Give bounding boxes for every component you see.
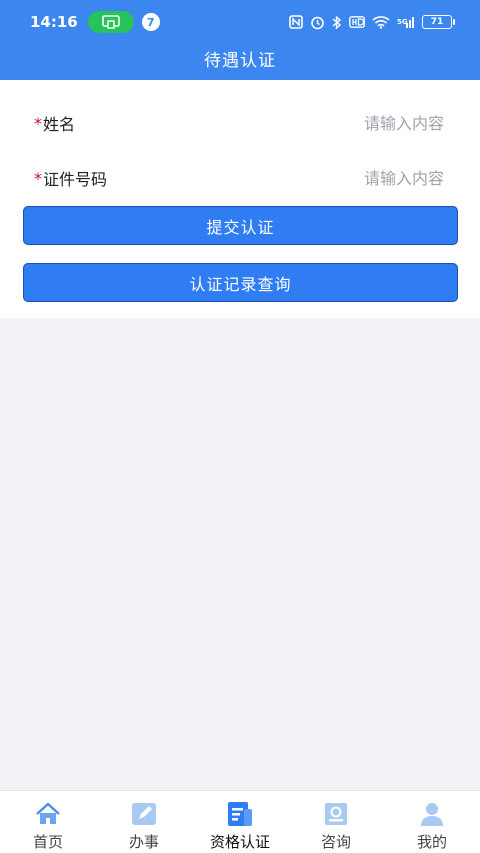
tab-label: 咨询	[320, 833, 351, 851]
tab-label: 我的	[416, 833, 447, 851]
certification-records-button[interactable]: 认证记录查询	[23, 263, 458, 302]
wifi-icon	[372, 14, 390, 30]
bottom-tab-bar: 首页 办事 资格认证 咨询 我的	[0, 790, 480, 853]
book-icon	[325, 803, 347, 825]
status-bar: 14:16 7 5G 71	[0, 0, 480, 44]
tab-affairs[interactable]: 办事	[96, 791, 192, 853]
id-number-input[interactable]	[224, 168, 444, 188]
pencil-icon	[132, 803, 156, 825]
tab-certification[interactable]: 资格认证	[192, 791, 288, 853]
required-mark: *	[34, 168, 42, 188]
user-icon	[421, 803, 443, 826]
app-header: 14:16 7 5G 71 待遇认证	[0, 0, 480, 80]
signal-icon: 5G	[397, 14, 415, 30]
alarm-icon	[310, 14, 325, 30]
required-mark: *	[34, 113, 42, 133]
tab-mine[interactable]: 我的	[384, 791, 480, 853]
bluetooth-icon	[332, 14, 342, 30]
hd-icon	[349, 14, 365, 30]
home-icon	[36, 802, 60, 824]
certification-form: * 姓名 * 证件号码 提交认证 认证记录查询	[0, 80, 480, 318]
screen-cast-icon	[87, 11, 134, 33]
tab-home[interactable]: 首页	[0, 791, 96, 853]
submit-certification-button[interactable]: 提交认证	[23, 206, 458, 245]
battery-indicator: 71	[422, 15, 455, 29]
tab-label: 首页	[32, 833, 63, 851]
status-icons: 5G 71	[289, 14, 455, 30]
status-time: 14:16	[30, 13, 78, 31]
name-input[interactable]	[224, 113, 444, 133]
nfc-icon	[289, 14, 303, 30]
certificate-icon	[228, 802, 252, 826]
id-number-label: 证件号码	[43, 170, 108, 189]
name-label: 姓名	[43, 115, 76, 134]
page-title: 待遇认证	[204, 51, 276, 71]
tab-consult[interactable]: 咨询	[288, 791, 384, 853]
name-row: * 姓名	[34, 108, 444, 138]
tab-label: 办事	[128, 833, 159, 851]
svg-text:5G: 5G	[397, 18, 408, 26]
id-number-row: * 证件号码	[34, 163, 444, 193]
notification-badge: 7	[141, 13, 160, 31]
tab-label: 资格认证	[209, 833, 270, 851]
